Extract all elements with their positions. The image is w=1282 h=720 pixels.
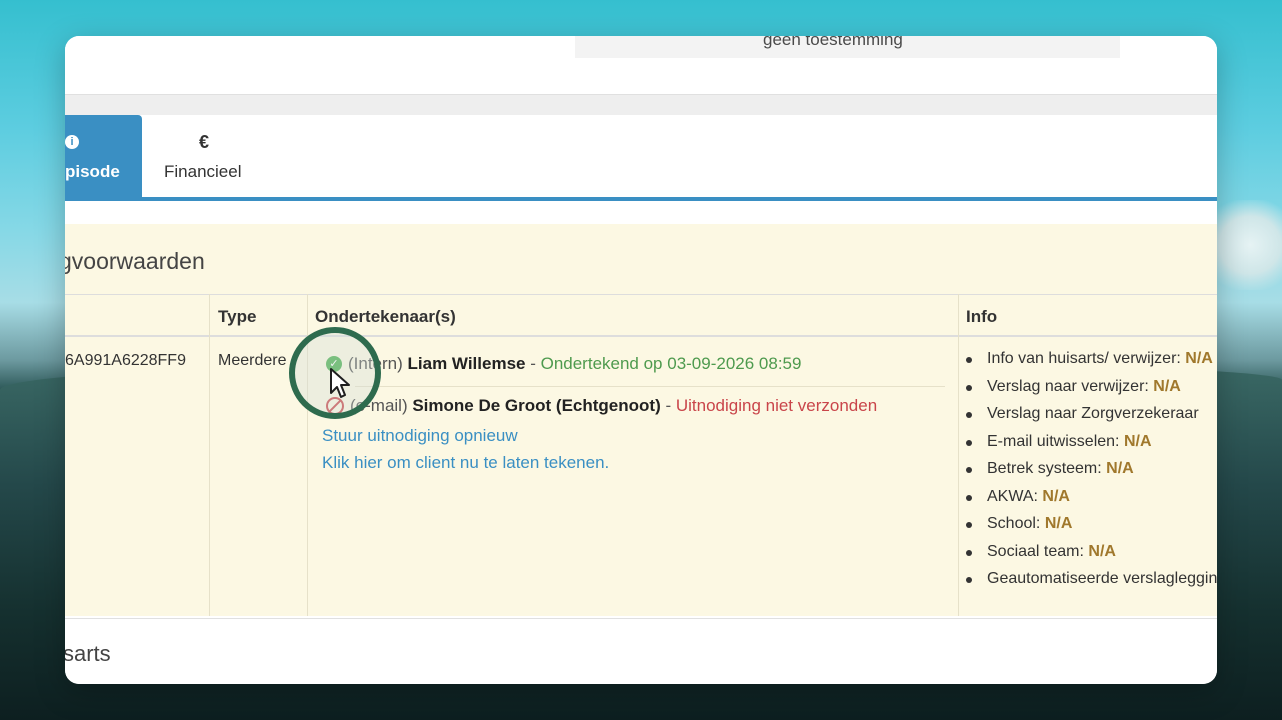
header-signers: Ondertekenaar(s) [315,307,456,326]
tab-bar: i pisode € Financieel [65,115,1217,199]
info-icon: i [65,135,79,149]
mouse-pointer-icon [330,368,350,398]
tab-financieel[interactable]: € Financieel [142,115,272,199]
next-section: sarts [65,618,1217,684]
conditions-section: gvoorwaarden Type Ondertekenaar(s) Info … [65,224,1217,616]
signer-status: Uitnodiging niet verzonden [675,396,878,415]
section-title: gvoorwaarden [65,248,205,274]
info-item: Verslag naar verwijzer: N/A [962,378,1217,406]
column-divider [958,294,959,616]
signer-name: Liam Willemse [407,354,526,373]
resend-invitation-link[interactable]: Stuur uitnodiging opnieuw [322,426,518,446]
info-item: School: N/A [962,515,1217,543]
column-divider [209,294,210,616]
info-list: Info van huisarts/ verwijzer: N/A Versla… [962,350,1217,598]
signer-separator: - [660,396,676,415]
tab-financieel-label: Financieel [164,162,242,181]
info-item: E-mail uitwisselen: N/A [962,433,1217,461]
signer-row: (e-mail) Simone De Groot (Echtgenoot) - … [326,396,877,416]
euro-icon: € [199,132,210,152]
next-section-title: sarts [65,641,111,666]
divider-band [65,94,1217,115]
info-item: Betrek systeem: N/A [962,460,1217,488]
consent-text: geen toestemming [763,36,903,49]
tab-underline [65,197,1217,201]
header-info: Info [966,307,998,326]
header-strip: geen toestemming [65,36,1217,94]
app-window: geen toestemming i pisode € Financieel g… [65,36,1217,684]
row-type: Meerdere [218,352,287,369]
signature-table: Type Ondertekenaar(s) Info 6A991A6228FF9… [65,294,1217,618]
info-item: Sociaal team: N/A [962,543,1217,571]
signer-row: ✓ (Intern) Liam Willemse - Ondertekend o… [326,354,801,374]
table-header-row: Type Ondertekenaar(s) Info [65,294,1217,337]
info-item: Verslag naar Zorgverzekeraar [962,405,1217,433]
tab-episode[interactable]: i pisode [65,115,142,199]
signer-separator: - [525,354,541,373]
sign-now-link[interactable]: Klik hier om client nu te laten tekenen. [322,453,609,473]
signer-divider [355,386,945,387]
info-item: Info van huisarts/ verwijzer: N/A [962,350,1217,378]
tab-episode-label: pisode [65,162,120,181]
header-type: Type [218,307,257,326]
info-item: AKWA: N/A [962,488,1217,516]
consent-box: geen toestemming [575,36,1120,58]
info-item: Geautomatiseerde verslaglegging [962,570,1217,598]
signer-status: Ondertekend op 03-09-2026 08:59 [540,354,802,373]
signer-name: Simone De Groot (Echtgenoot) [412,396,661,415]
row-id: 6A991A6228FF9 [65,352,186,369]
